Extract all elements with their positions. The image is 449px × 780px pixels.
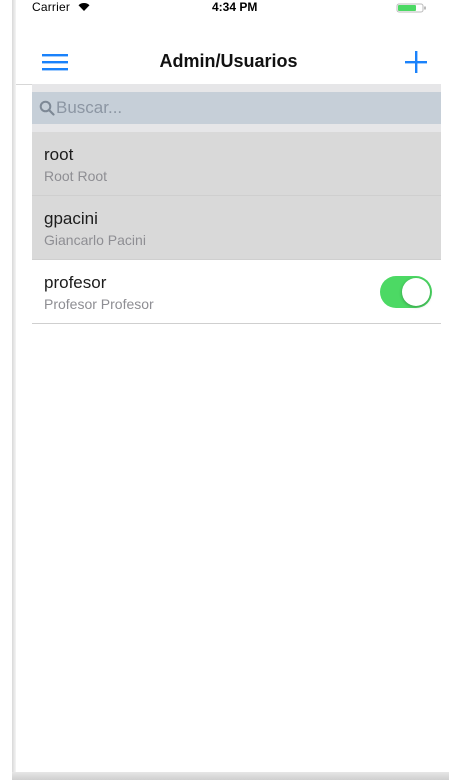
- device-frame-bottom-edge: [12, 772, 449, 780]
- user-full-name: Profesor Profesor: [44, 296, 154, 312]
- user-username: root: [44, 145, 74, 164]
- user-username: profesor: [44, 273, 107, 292]
- user-username: gpacini: [44, 209, 98, 228]
- user-row-gpacini[interactable]: gpacini Giancarlo Pacini: [32, 196, 441, 260]
- user-full-name: Root Root: [44, 168, 108, 184]
- user-row-root[interactable]: root Root Root: [32, 132, 441, 196]
- page: Carrier 4:34 PM Admin/Usuarios Buscar...…: [0, 0, 449, 780]
- search-bar: [32, 84, 441, 132]
- battery-icon: [396, 3, 426, 13]
- app-screen: Carrier 4:34 PM Admin/Usuarios Buscar...…: [16, 0, 441, 772]
- wifi-icon: [78, 3, 90, 11]
- user-active-toggle[interactable]: [380, 276, 432, 308]
- search-icon: [39, 100, 55, 116]
- user-list: root Root Root gpacini Giancarlo Pacini …: [32, 132, 441, 324]
- user-full-name: Giancarlo Pacini: [44, 232, 146, 248]
- status-time: 4:34 PM: [212, 0, 258, 14]
- user-row-profesor[interactable]: profesor Profesor Profesor: [32, 260, 441, 324]
- navigation-bar: Admin/Usuarios: [16, 40, 441, 85]
- page-title: Admin/Usuarios: [159, 51, 298, 71]
- search-input[interactable]: [56, 95, 416, 121]
- toggle-knob: [402, 278, 430, 306]
- plus-icon[interactable]: [404, 50, 428, 74]
- search-field[interactable]: [32, 92, 441, 124]
- status-bar: Carrier 4:34 PM: [16, 0, 441, 20]
- carrier-label: Carrier: [32, 0, 71, 14]
